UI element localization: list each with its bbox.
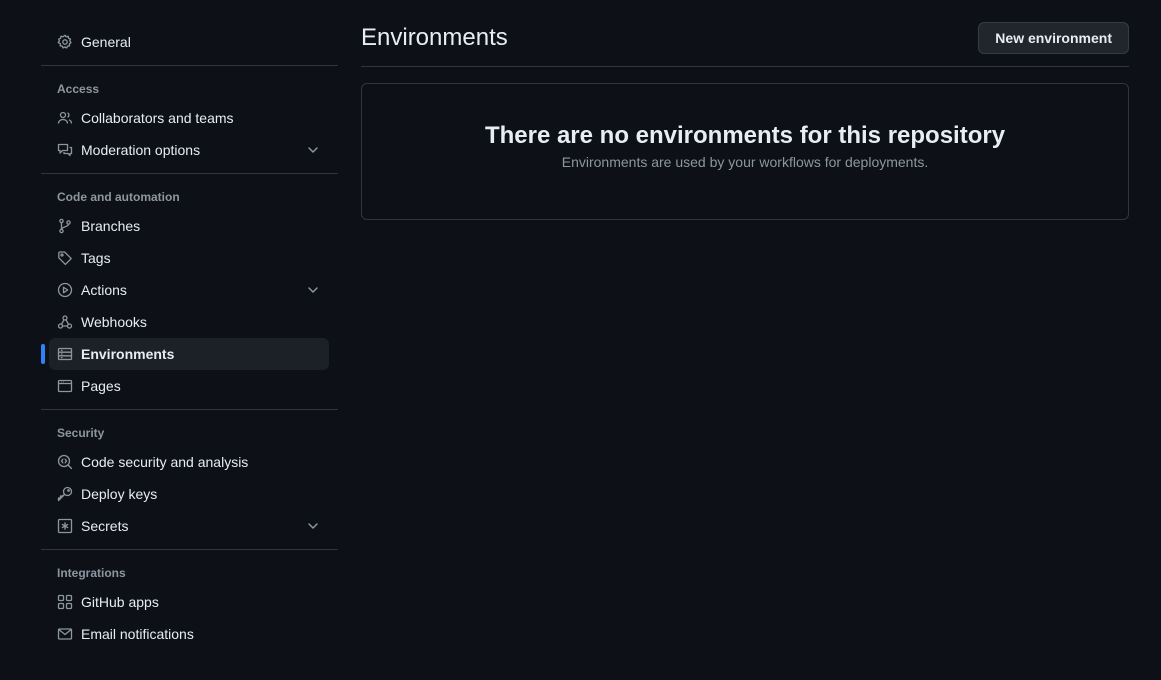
sidebar-item-webhooks[interactable]: Webhooks	[49, 306, 329, 338]
new-environment-button[interactable]: New environment	[978, 22, 1129, 54]
sidebar-item-branches[interactable]: Branches	[49, 210, 329, 242]
sidebar-item-pages[interactable]: Pages	[49, 370, 329, 402]
section-heading-access: Access	[57, 82, 100, 96]
sidebar-divider	[41, 409, 338, 410]
sidebar-item-collaborators[interactable]: Collaborators and teams	[49, 102, 329, 134]
sidebar-divider	[41, 173, 338, 174]
sidebar-item-email-notifications[interactable]: Email notifications	[49, 618, 329, 650]
codescan-icon	[57, 454, 73, 470]
sidebar-item-general[interactable]: General	[49, 26, 329, 58]
tag-icon	[57, 250, 73, 266]
webhook-icon	[57, 314, 73, 330]
chevron-down-icon[interactable]	[305, 282, 321, 298]
sidebar-item-label: Secrets	[81, 518, 129, 534]
sidebar-divider	[41, 549, 338, 550]
page-title: Environments	[361, 24, 508, 51]
key-icon	[57, 486, 73, 502]
chevron-down-icon[interactable]	[305, 518, 321, 534]
sidebar-item-environments[interactable]: Environments	[41, 338, 329, 370]
section-heading-integrations: Integrations	[57, 566, 126, 580]
server-icon	[57, 346, 73, 362]
sidebar-item-label: Deploy keys	[81, 486, 158, 502]
people-icon	[57, 110, 73, 126]
sidebar-item-actions[interactable]: Actions	[49, 274, 329, 306]
sidebar-item-label: Pages	[81, 378, 121, 394]
mail-icon	[57, 626, 73, 642]
sidebar-item-label: General	[81, 34, 131, 50]
page-header: Environments New environment	[361, 18, 1129, 67]
sidebar-item-label: Tags	[81, 250, 111, 266]
key-asterisk-icon	[57, 518, 73, 534]
sidebar-item-code-security[interactable]: Code security and analysis	[49, 446, 329, 478]
sidebar-item-label: Actions	[81, 282, 127, 298]
browser-icon	[57, 378, 73, 394]
sidebar-item-label: GitHub apps	[81, 594, 159, 610]
sidebar-item-label: Moderation options	[81, 142, 201, 158]
sidebar-item-deploy-keys[interactable]: Deploy keys	[49, 478, 329, 510]
sidebar-item-label: Webhooks	[81, 314, 147, 330]
sidebar-item-moderation-options[interactable]: Moderation options	[49, 134, 329, 166]
empty-state-title: There are no environments for this repos…	[484, 122, 1006, 149]
sidebar-item-label: Environments	[81, 346, 175, 362]
section-heading-code-automation: Code and automation	[57, 190, 180, 204]
empty-state-description: Environments are used by your workflows …	[561, 154, 929, 170]
environments-main: Environments New environment There are n…	[361, 18, 1129, 220]
sidebar-item-secrets[interactable]: Secrets	[49, 510, 329, 542]
section-heading-security: Security	[57, 426, 105, 440]
sidebar-item-tags[interactable]: Tags	[49, 242, 329, 274]
comment-discussion-icon	[57, 142, 73, 158]
play-icon	[57, 282, 73, 298]
sidebar-item-label: Code security and analysis	[81, 454, 249, 470]
settings-sidebar: General Access Collaborators and teams M…	[41, 26, 338, 650]
settings-page: General Access Collaborators and teams M…	[0, 0, 1161, 680]
empty-state: There are no environments for this repos…	[361, 83, 1129, 220]
sidebar-item-label: Email notifications	[81, 626, 194, 642]
gear-icon	[57, 34, 73, 50]
apps-icon	[57, 594, 73, 610]
sidebar-item-label: Collaborators and teams	[81, 110, 234, 126]
chevron-down-icon[interactable]	[305, 142, 321, 158]
sidebar-item-github-apps[interactable]: GitHub apps	[49, 586, 329, 618]
git-branch-icon	[57, 218, 73, 234]
sidebar-divider	[41, 65, 338, 66]
sidebar-item-label: Branches	[81, 218, 141, 234]
